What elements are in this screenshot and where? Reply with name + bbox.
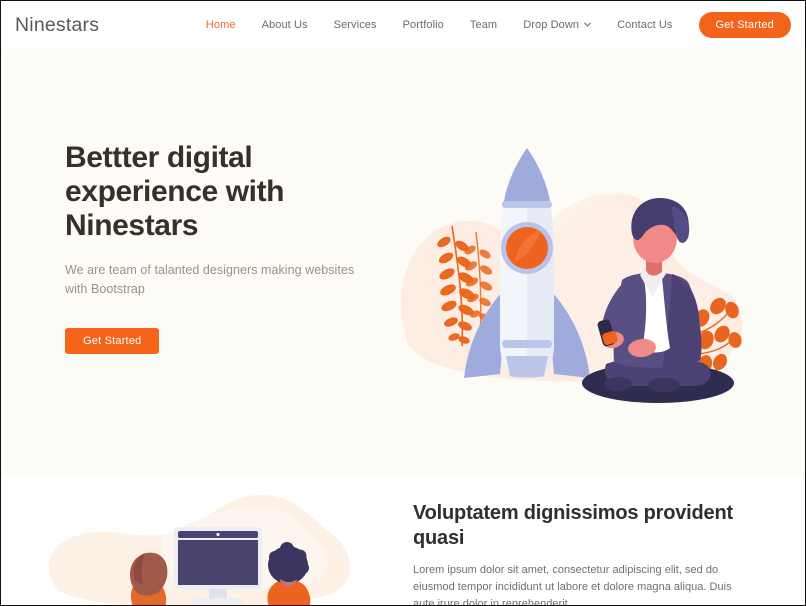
hero-title: Bettter digital experience with Ninestar…: [65, 141, 285, 242]
nav-item-about-us[interactable]: About Us: [249, 18, 321, 31]
nav-label: About Us: [261, 18, 308, 31]
site-header: Ninestars Home About Us Services Portfol…: [1, 1, 805, 49]
nav-item-team[interactable]: Team: [457, 18, 510, 31]
header-get-started-button[interactable]: Get Started: [698, 12, 791, 38]
chevron-down-icon: [584, 21, 591, 28]
site-logo[interactable]: Ninestars: [15, 14, 99, 37]
nav-item-drop-down[interactable]: Drop Down: [510, 18, 604, 31]
features-text: Lorem ipsum dolor sit amet, consectetur …: [413, 564, 732, 605]
hero-copy: Bettter digital experience with Ninestar…: [65, 141, 395, 354]
nav-item-portfolio[interactable]: Portfolio: [390, 18, 457, 31]
features-illustration: [41, 485, 381, 605]
hero-get-started-button[interactable]: Get Started: [65, 328, 160, 354]
nav-item-services[interactable]: Services: [321, 18, 390, 31]
hero-subtitle: We are team of talanted designers making…: [65, 263, 355, 296]
hero-illustration: [396, 134, 746, 409]
nav-label: Drop Down: [523, 18, 580, 31]
nav-label: Team: [469, 18, 498, 31]
features-title: Voluptatem dignissimos provident quasi: [413, 502, 733, 549]
hero-section: Bettter digital experience with Ninestar…: [1, 49, 805, 475]
nav-label: Services: [333, 18, 377, 31]
features-copy: Voluptatem dignissimos provident quasi L…: [413, 501, 741, 605]
nav-label: Portfolio: [402, 18, 444, 31]
nav-label: Contact Us: [617, 18, 673, 31]
nav-item-contact-us[interactable]: Contact Us: [604, 18, 685, 31]
nav-label: Home: [205, 18, 236, 31]
main-navigation: Home About Us Services Portfolio Team Dr…: [193, 12, 791, 38]
landing-page: Ninestars Home About Us Services Portfol…: [0, 0, 806, 606]
features-section: Voluptatem dignissimos provident quasi L…: [1, 475, 805, 605]
nav-item-home[interactable]: Home: [193, 18, 249, 31]
